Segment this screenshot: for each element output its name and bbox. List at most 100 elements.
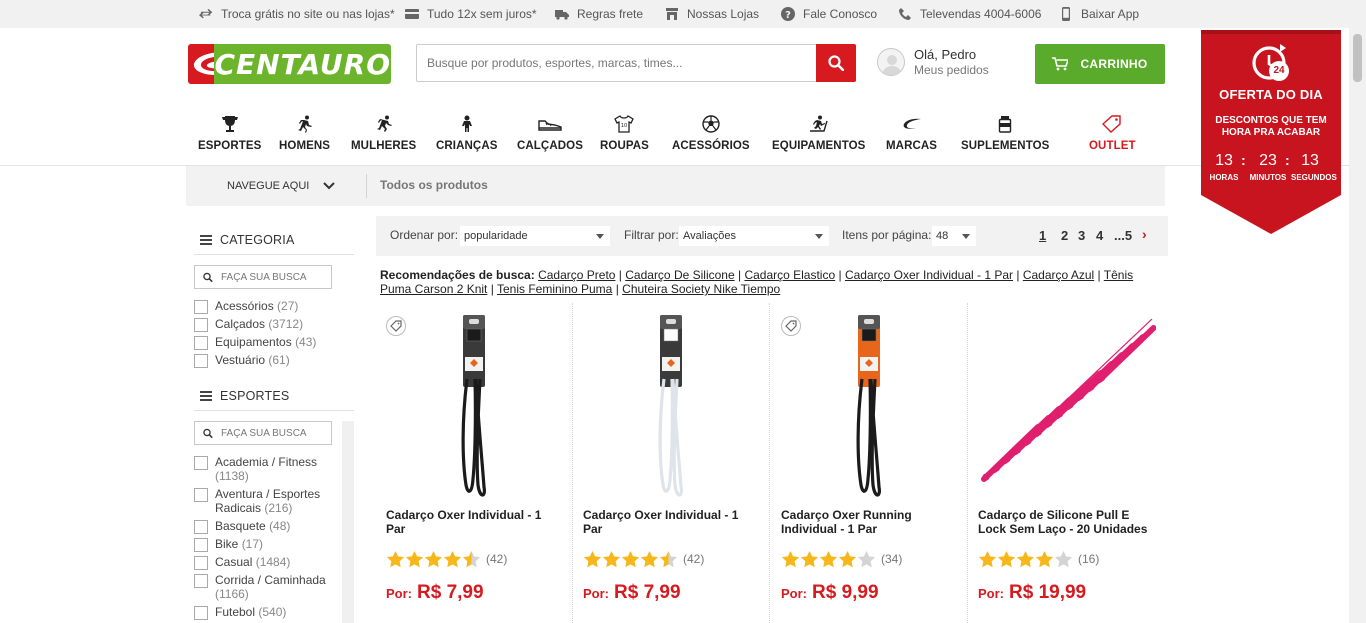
rating-stars: (16) xyxy=(978,549,1099,569)
shipping-rules-link[interactable]: Regras frete xyxy=(555,6,643,22)
pagination-page-4[interactable]: 4 xyxy=(1096,228,1103,243)
user-account[interactable]: Olá, Pedro Meus pedidos xyxy=(877,46,1007,80)
recommendation-link[interactable]: Cadarço De Silicone xyxy=(625,268,734,282)
product-name[interactable]: Cadarço Oxer Individual - 1 Par xyxy=(386,508,561,536)
page-scrollbar-thumb[interactable] xyxy=(1353,34,1362,82)
checkbox[interactable] xyxy=(194,354,208,368)
product-card[interactable]: Cadarço de Silicone Pull E Lock Sem Laço… xyxy=(968,303,1165,623)
pagination-page-2[interactable]: 2 xyxy=(1061,228,1068,243)
product-name[interactable]: Cadarço Oxer Running Individual - 1 Par xyxy=(781,508,956,536)
navegue-aqui-dropdown[interactable]: NAVEGUE AQUI xyxy=(227,180,336,192)
sort-select[interactable]: popularidade xyxy=(460,226,610,246)
user-greeting: Olá, Pedro xyxy=(914,47,977,62)
product-card[interactable]: Cadarço Oxer Individual - 1 Par (42) Por: R… xyxy=(573,303,770,623)
nav-label-mulheres: MULHERES xyxy=(351,140,417,152)
nav-item-roupas[interactable]: 10 ROUPAS xyxy=(600,113,649,155)
nav-item-marcas[interactable]: MARCAS xyxy=(886,113,937,155)
centauro-logo[interactable]: CENTAURO xyxy=(188,44,391,84)
categoria-option-calcados[interactable]: Calçados (3712) xyxy=(194,317,344,332)
product-card[interactable]: Cadarço Oxer Individual - 1 Par (42) Por: R… xyxy=(376,303,573,623)
product-name[interactable]: Cadarço Oxer Individual - 1 Par xyxy=(583,508,758,536)
esportes-option-futebol[interactable]: Futebol (540) xyxy=(194,605,344,620)
checkbox[interactable] xyxy=(194,556,208,570)
countdown-seconds-label: SEGUNDOS xyxy=(1291,173,1337,182)
checkbox[interactable] xyxy=(194,520,208,534)
product-image[interactable] xyxy=(976,309,1156,501)
checkbox[interactable] xyxy=(194,300,208,314)
pagination-page-3[interactable]: 3 xyxy=(1078,228,1085,243)
esportes-search xyxy=(194,421,332,445)
nav-item-equipamentos[interactable]: EQUIPAMENTOS xyxy=(772,113,865,155)
product-image[interactable] xyxy=(779,309,959,501)
option-count: (61) xyxy=(268,353,290,367)
recommendation-link[interactable]: Cadarço Preto xyxy=(538,268,615,282)
checkbox[interactable] xyxy=(194,456,208,470)
checkbox[interactable] xyxy=(194,538,208,552)
nav-item-acessorios[interactable]: ACESSÓRIOS xyxy=(672,113,750,155)
per-page-select[interactable]: 48 xyxy=(932,226,976,246)
esportes-option-bike[interactable]: Bike (17) xyxy=(194,537,344,552)
categoria-option-acessorios[interactable]: Acessórios (27) xyxy=(194,299,344,314)
esportes-search-input[interactable] xyxy=(221,427,331,439)
contact-us-link[interactable]: ? Fale Conosco xyxy=(781,6,877,22)
product-name[interactable]: Cadarço de Silicone Pull E Lock Sem Laço… xyxy=(978,508,1153,536)
svg-text:10: 10 xyxy=(621,123,627,129)
categoria-option-vestuario[interactable]: Vestuário (61) xyxy=(194,353,344,368)
checkbox[interactable] xyxy=(194,336,208,350)
esportes-option-corrida[interactable]: Corrida / Caminhada (1166) xyxy=(194,573,344,601)
pagination-page-5[interactable]: ...5 xyxy=(1114,228,1132,243)
categoria-heading[interactable]: CATEGORIA xyxy=(200,230,295,250)
televendas-link[interactable]: Televendas 4004-6006 xyxy=(898,6,1041,22)
esportes-heading[interactable]: ESPORTES xyxy=(200,386,289,406)
nav-item-suplementos[interactable]: SUPLEMENTOS xyxy=(961,113,1049,155)
pagination-next[interactable]: › xyxy=(1142,226,1147,242)
categoria-option-equipamentos[interactable]: Equipamentos (43) xyxy=(194,335,344,350)
product-image[interactable] xyxy=(581,309,761,501)
pagination-page-1[interactable]: 1 xyxy=(1039,228,1046,243)
esportes-option-academia[interactable]: Academia / Fitness (1138) xyxy=(194,455,344,483)
product-price: Por: R$ 9,99 xyxy=(781,582,879,604)
esportes-option-basquete[interactable]: Basquete (48) xyxy=(194,519,344,534)
cart-label: CARRINHO xyxy=(1080,57,1148,71)
our-stores-link[interactable]: Nossas Lojas xyxy=(665,6,759,22)
search-button[interactable] xyxy=(816,44,856,82)
page-scrollbar[interactable] xyxy=(1349,28,1366,623)
free-exchange-link[interactable]: Troca grátis no site ou nas lojas* xyxy=(199,6,395,22)
recommendation-link[interactable]: Cadarço Azul xyxy=(1023,268,1094,282)
nav-item-criancas[interactable]: CRIANÇAS xyxy=(436,113,498,155)
recommendation-link[interactable]: Cadarço Elastico xyxy=(744,268,835,282)
filter-select[interactable]: Avaliações xyxy=(679,226,829,246)
product-card[interactable]: Cadarço Oxer Running Individual - 1 Par (… xyxy=(771,303,968,623)
nav-item-outlet[interactable]: OUTLET xyxy=(1089,113,1136,155)
categoria-search-input[interactable] xyxy=(221,271,331,283)
star-icon xyxy=(583,550,602,567)
recommendation-link[interactable]: Tenis Feminino Puma xyxy=(497,282,612,296)
credit-card-icon xyxy=(405,7,419,21)
nav-item-calcados[interactable]: CALÇADOS xyxy=(517,113,583,155)
star-icon xyxy=(1054,550,1073,567)
recommendation-link[interactable]: Cadarço Oxer Individual - 1 Par xyxy=(845,268,1013,282)
nav-label-equipamentos: EQUIPAMENTOS xyxy=(772,140,866,152)
cart-button[interactable]: CARRINHO xyxy=(1035,44,1165,84)
checkbox[interactable] xyxy=(194,574,208,588)
checkbox[interactable] xyxy=(194,606,208,620)
recommendation-link[interactable]: Chuteira Society Nike Tiempo xyxy=(622,282,780,296)
nav-item-esportes[interactable]: ESPORTES xyxy=(198,113,261,155)
my-orders-link[interactable]: Meus pedidos xyxy=(914,63,989,77)
checkbox[interactable] xyxy=(194,488,208,502)
esportes-option-casual[interactable]: Casual (1484) xyxy=(194,555,344,570)
download-app-link[interactable]: Baixar App xyxy=(1059,6,1139,22)
esportes-option-aventura[interactable]: Aventura / Esportes Radicais (216) xyxy=(194,487,344,515)
daily-offer-banner[interactable]: 24 OFERTA DO DIA DESCONTOS QUE TEM HORA … xyxy=(1201,30,1341,234)
daily-offer-title: OFERTA DO DIA xyxy=(1219,87,1323,102)
product-image[interactable] xyxy=(384,309,564,501)
nav-item-mulheres[interactable]: MULHERES xyxy=(351,113,416,155)
search-input[interactable] xyxy=(417,45,815,81)
price-value: R$ 7,99 xyxy=(614,582,681,603)
checkbox[interactable] xyxy=(194,318,208,332)
star-icon xyxy=(424,550,443,567)
phone-icon xyxy=(898,7,912,21)
installments-link[interactable]: Tudo 12x sem juros* xyxy=(405,6,537,22)
chevron-down-icon xyxy=(596,234,604,239)
nav-item-homens[interactable]: HOMENS xyxy=(279,113,330,155)
